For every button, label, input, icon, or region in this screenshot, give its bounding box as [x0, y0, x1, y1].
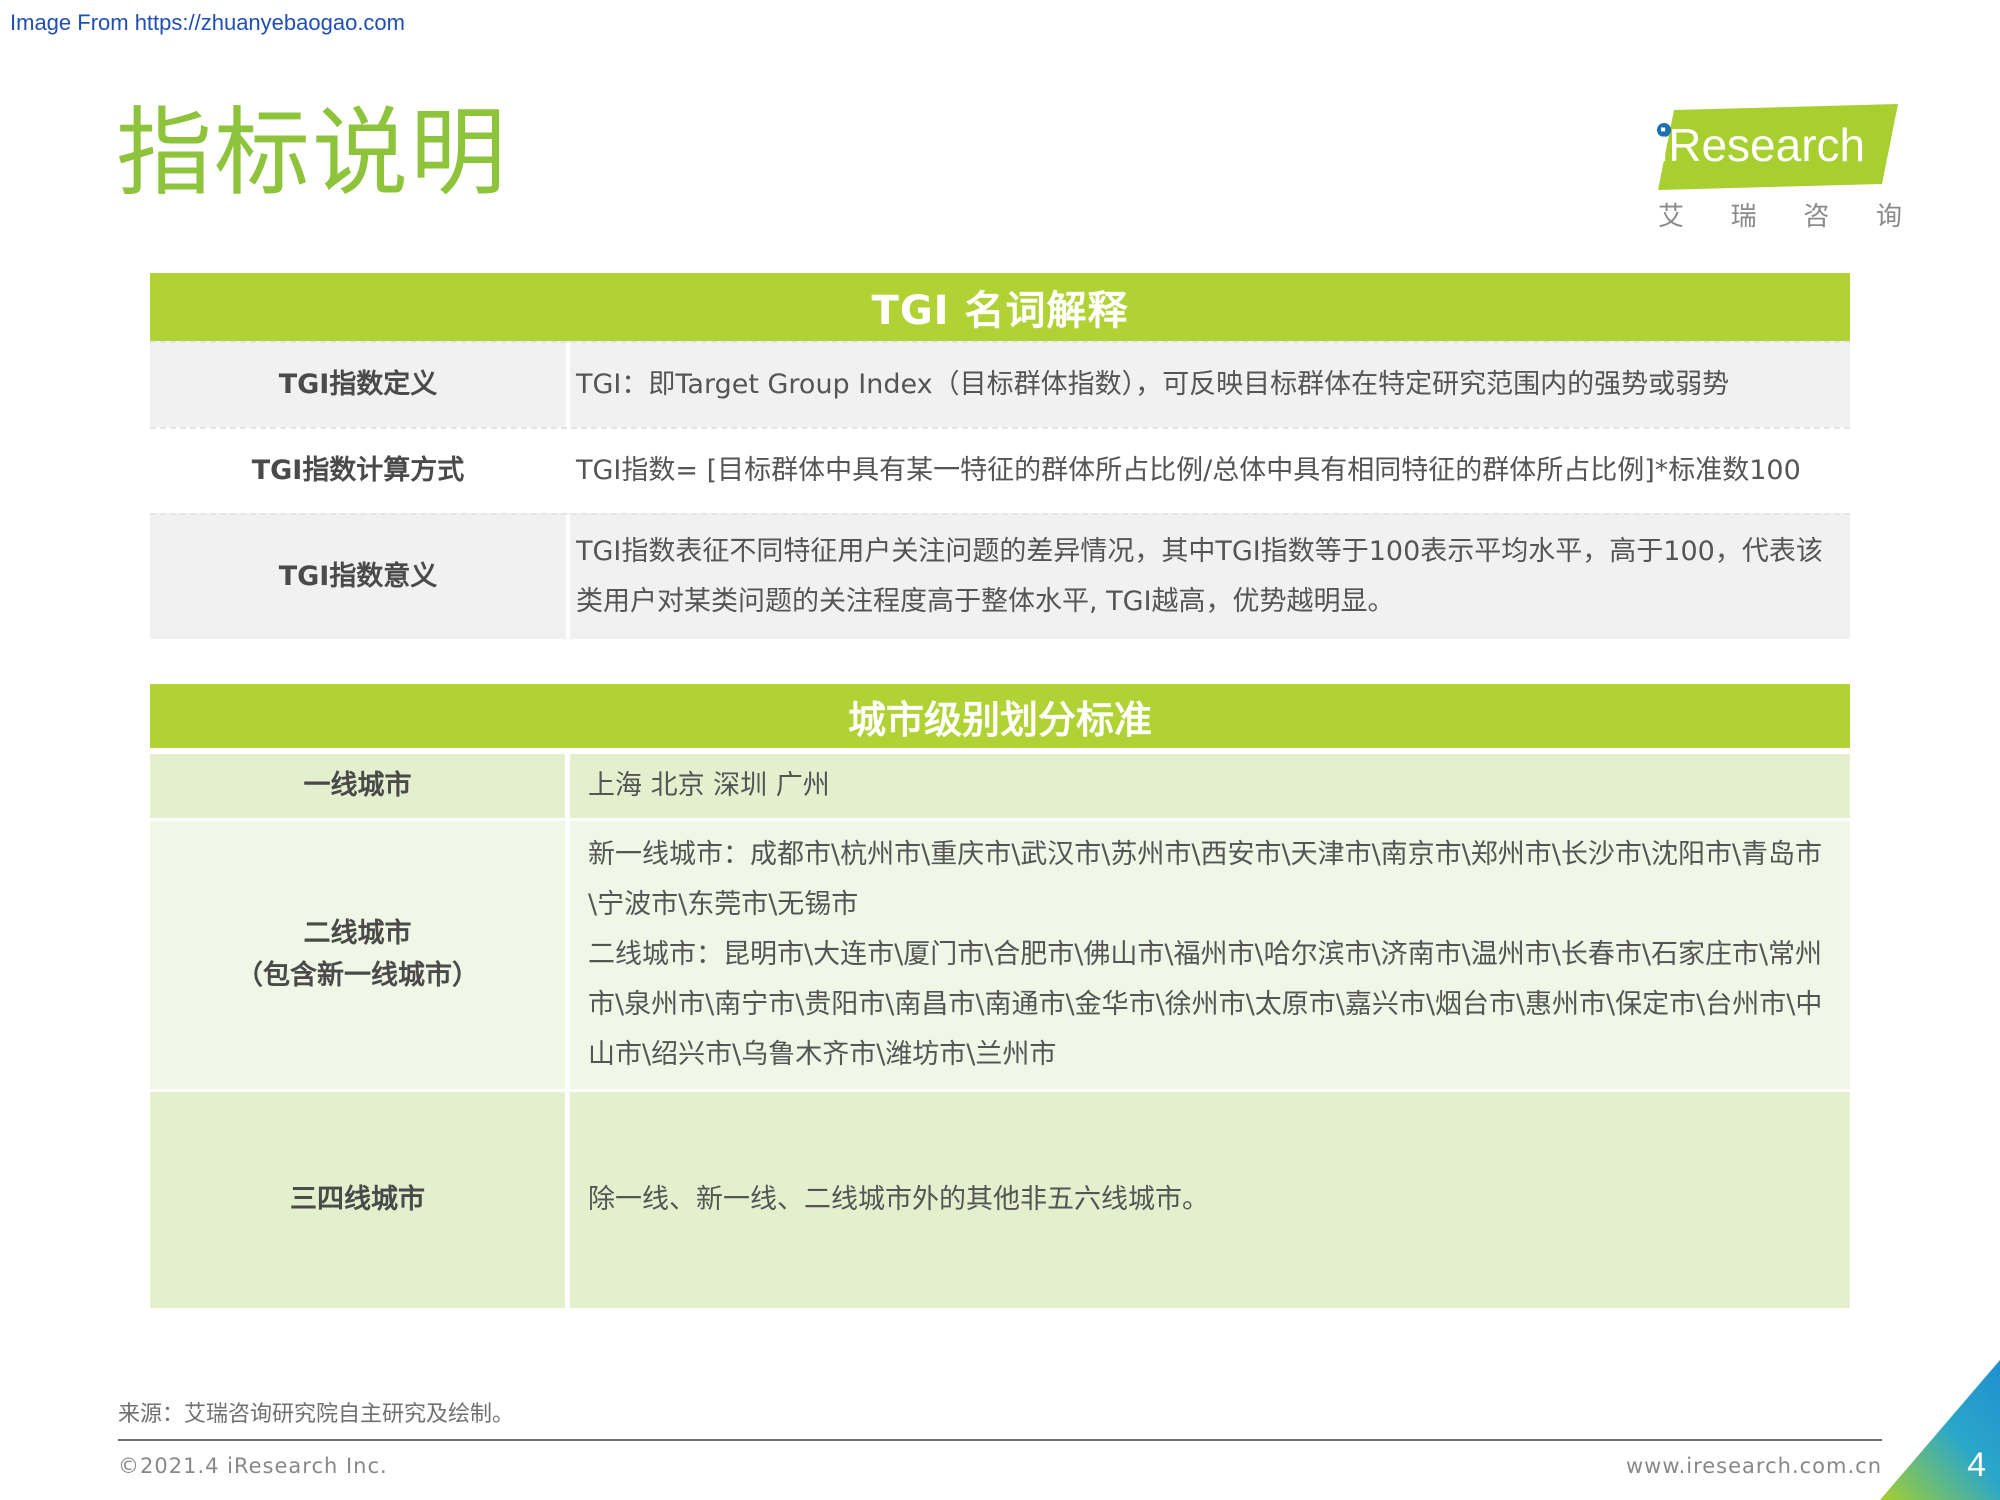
source-link[interactable]: Image From https://zhuanyebaogao.com [10, 10, 405, 36]
row-label: TGI指数意义 [150, 515, 570, 639]
tier2-cities: 二线城市：昆明市\大连市\厦门市\合肥市\佛山市\福州市\哈尔滨市\济南市\温州… [588, 939, 1823, 1070]
row-value: 除一线、新一线、二线城市外的其他非五六线城市。 [588, 1184, 1209, 1216]
row-label: 二线城市 （包含新一线城市） [150, 821, 570, 1089]
row-label: TGI指数计算方式 [150, 429, 570, 513]
page-title: 指标说明 [116, 97, 508, 209]
row-label-note: （包含新一线城市） [236, 960, 479, 991]
table-row: TGI指数意义 TGI指数表征不同特征用户关注问题的差异情况，其中TGI指数等于… [150, 513, 1850, 639]
city-tier-table: 城市级别划分标准 一线城市 上海 北京 深圳 广州 二线城市 （包含新一线城市）… [150, 684, 1850, 1308]
city-table-header: 城市级别划分标准 [150, 684, 1850, 748]
new-tier1-cities: 新一线城市：成都市\杭州市\重庆市\武汉市\苏州市\西安市\天津市\南京市\郑州… [588, 839, 1823, 921]
table-row: TGI指数计算方式 TGI指数= [目标群体中具有某一特征的群体所占比例/总体中… [150, 427, 1850, 513]
row-label-line: 二线城市 [303, 918, 412, 950]
tgi-table-header: TGI 名词解释 [150, 273, 1850, 341]
logo-wordmark: iResearch [1658, 119, 1866, 171]
logo-char: 咨 [1803, 202, 1830, 232]
page-number: 4 [1967, 1446, 1986, 1484]
logo-char: 艾 [1658, 202, 1685, 232]
row-value: 上海 北京 深圳 广州 [588, 770, 830, 802]
footer-divider [118, 1439, 1882, 1441]
table-row: 二线城市 （包含新一线城市） 新一线城市：成都市\杭州市\重庆市\武汉市\苏州市… [150, 821, 1850, 1089]
row-value: TGI：即Target Group Index（目标群体指数），可反映目标群体在… [576, 369, 1730, 401]
row-label: TGI指数定义 [150, 343, 570, 427]
logo-chinese-name: 艾 瑞 咨 询 [1658, 196, 1902, 233]
website-text: www.iresearch.com.cn [1625, 1454, 1882, 1478]
iresearch-logo: iResearch 艾 瑞 咨 询 [1650, 104, 1902, 234]
row-label: 三四线城市 [150, 1092, 570, 1308]
logo-char: 瑞 [1730, 202, 1757, 232]
table-row: TGI指数定义 TGI：即Target Group Index（目标群体指数），… [150, 341, 1850, 427]
source-footnote: 来源：艾瑞咨询研究院自主研究及绘制。 [118, 1402, 515, 1427]
logo-char: 询 [1875, 202, 1902, 232]
table-row: 一线城市 上海 北京 深圳 广州 [150, 754, 1850, 818]
row-value: TGI指数表征不同特征用户关注问题的差异情况，其中TGI指数等于100表示平均水… [576, 536, 1823, 617]
row-label: 一线城市 [150, 754, 570, 818]
row-value: TGI指数= [目标群体中具有某一特征的群体所占比例/总体中具有相同特征的群体所… [576, 455, 1801, 487]
table-row: 三四线城市 除一线、新一线、二线城市外的其他非五六线城市。 [150, 1092, 1850, 1308]
row-value: 新一线城市：成都市\杭州市\重庆市\武汉市\苏州市\西安市\天津市\南京市\郑州… [570, 821, 1850, 1089]
tgi-definition-table: TGI 名词解释 TGI指数定义 TGI：即Target Group Index… [150, 273, 1850, 639]
copyright-text: ©2021.4 iResearch Inc. [118, 1454, 388, 1478]
